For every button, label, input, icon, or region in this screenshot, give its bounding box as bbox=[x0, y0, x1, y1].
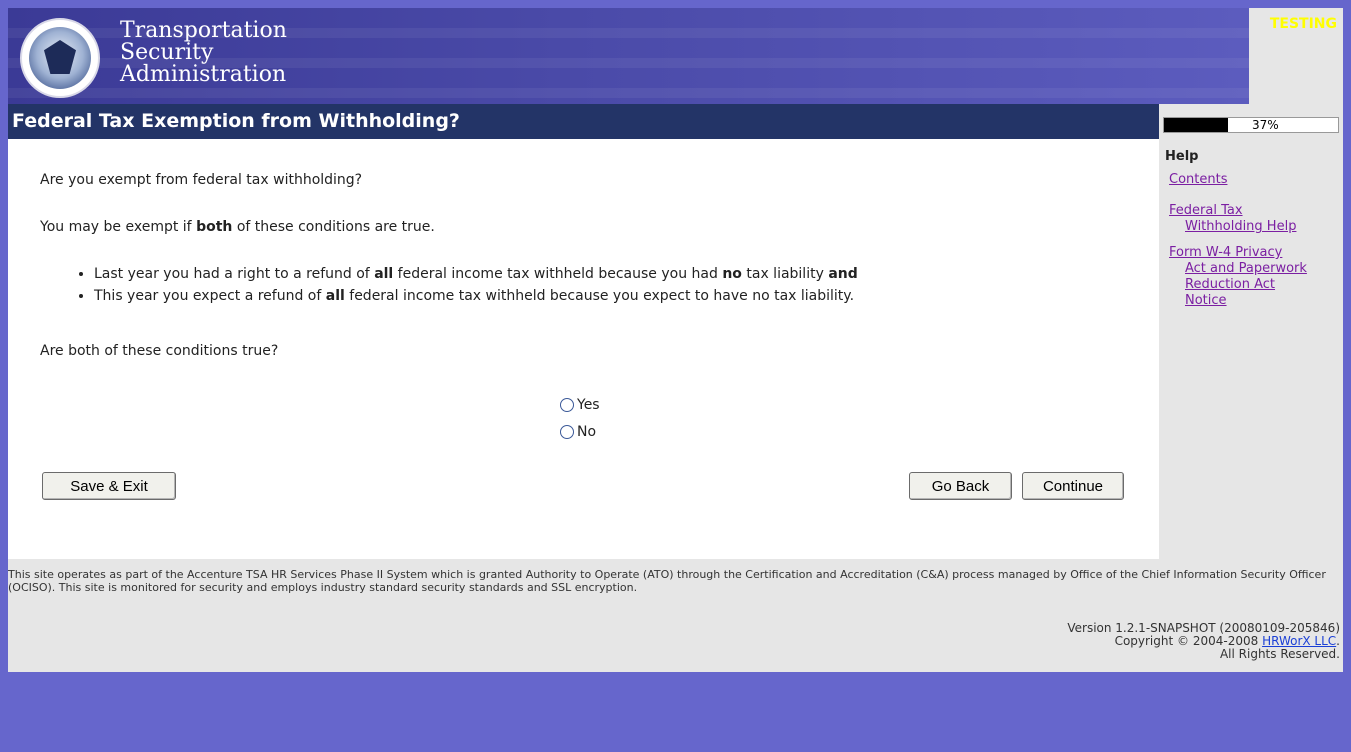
environment-panel: TESTING bbox=[1249, 8, 1343, 104]
main-content: Are you exempt from federal tax withhold… bbox=[8, 139, 1159, 559]
no-label: No bbox=[577, 424, 597, 440]
dhs-seal-logo bbox=[20, 18, 100, 98]
link-line: Notice bbox=[1185, 293, 1227, 308]
copyright-prefix: Copyright © 2004-2008 bbox=[1114, 634, 1263, 648]
page-title: Federal Tax Exemption from Withholding? bbox=[12, 110, 460, 132]
header-banner: Transportation Security Administration bbox=[8, 8, 1249, 104]
footer: This site operates as part of the Accent… bbox=[8, 559, 1343, 672]
help-sidebar: Help Contents Federal Tax Withholding He… bbox=[1159, 139, 1343, 559]
copyright-suffix: . bbox=[1336, 634, 1340, 648]
agency-line-2: Security bbox=[120, 40, 214, 65]
yes-radio[interactable] bbox=[560, 398, 574, 412]
conditions-intro: You may be exempt if both of these condi… bbox=[40, 219, 435, 235]
progress-bar: 37% bbox=[1163, 117, 1339, 133]
environment-badge: TESTING bbox=[1269, 16, 1337, 32]
help-title: Help bbox=[1165, 149, 1199, 164]
yes-label: Yes bbox=[577, 397, 600, 413]
condition-text: federal income tax withheld because you … bbox=[393, 266, 723, 282]
condition-bold: and bbox=[828, 266, 858, 282]
continue-button[interactable]: Continue bbox=[1022, 472, 1124, 500]
federal-tax-withholding-help-link[interactable]: Federal Tax Withholding Help bbox=[1169, 203, 1319, 235]
rights-text: All Rights Reserved. bbox=[1219, 647, 1340, 661]
exempt-question: Are you exempt from federal tax withhold… bbox=[40, 172, 363, 188]
hrworx-link[interactable]: HRWorX LLC bbox=[1262, 634, 1336, 648]
agency-line-1: Transportation bbox=[120, 18, 287, 43]
condition-item: This year you expect a refund of all fed… bbox=[94, 285, 858, 307]
condition-text: This year you expect a refund of bbox=[94, 288, 326, 304]
conditions-list: Last year you had a right to a refund of… bbox=[78, 263, 858, 307]
title-bar: Federal Tax Exemption from Withholding? bbox=[8, 104, 1159, 139]
progress-fill bbox=[1164, 118, 1229, 132]
agency-name: Transportation Security Administration bbox=[120, 20, 287, 86]
link-line: Federal Tax bbox=[1169, 203, 1243, 218]
yes-option[interactable]: Yes bbox=[560, 397, 600, 413]
confirm-question: Are both of these conditions true? bbox=[40, 343, 279, 359]
intro-prefix: You may be exempt if bbox=[40, 219, 197, 235]
intro-suffix: of these conditions are true. bbox=[232, 219, 435, 235]
form-w4-privacy-notice-link[interactable]: Form W-4 Privacy Act and Paperwork Reduc… bbox=[1169, 245, 1339, 309]
security-disclaimer: This site operates as part of the Accent… bbox=[8, 568, 1326, 594]
condition-bold: all bbox=[325, 288, 345, 304]
link-line: Reduction Act bbox=[1185, 277, 1276, 292]
link-line: Form W-4 Privacy bbox=[1169, 245, 1283, 260]
condition-item: Last year you had a right to a refund of… bbox=[94, 263, 858, 285]
banner-stripe bbox=[8, 88, 1249, 98]
link-line: Act and Paperwork bbox=[1185, 261, 1307, 276]
condition-text: tax liability bbox=[741, 266, 829, 282]
go-back-button[interactable]: Go Back bbox=[909, 472, 1012, 500]
condition-text: Last year you had a right to a refund of bbox=[94, 266, 375, 282]
help-contents-link[interactable]: Contents bbox=[1169, 172, 1227, 188]
intro-bold: both bbox=[196, 219, 233, 235]
link-line: Withholding Help bbox=[1185, 219, 1297, 234]
condition-bold: no bbox=[722, 266, 742, 282]
agency-line-3: Administration bbox=[120, 62, 287, 87]
version-info: Version 1.2.1-SNAPSHOT (20080109-205846)… bbox=[1067, 622, 1340, 661]
condition-text: federal income tax withheld because you … bbox=[344, 288, 855, 304]
progress-text: 37% bbox=[1252, 118, 1279, 132]
progress-panel: 37% bbox=[1159, 104, 1343, 139]
no-radio[interactable] bbox=[560, 425, 574, 439]
save-exit-button[interactable]: Save & Exit bbox=[42, 472, 176, 500]
condition-bold: all bbox=[374, 266, 394, 282]
no-option[interactable]: No bbox=[560, 424, 596, 440]
